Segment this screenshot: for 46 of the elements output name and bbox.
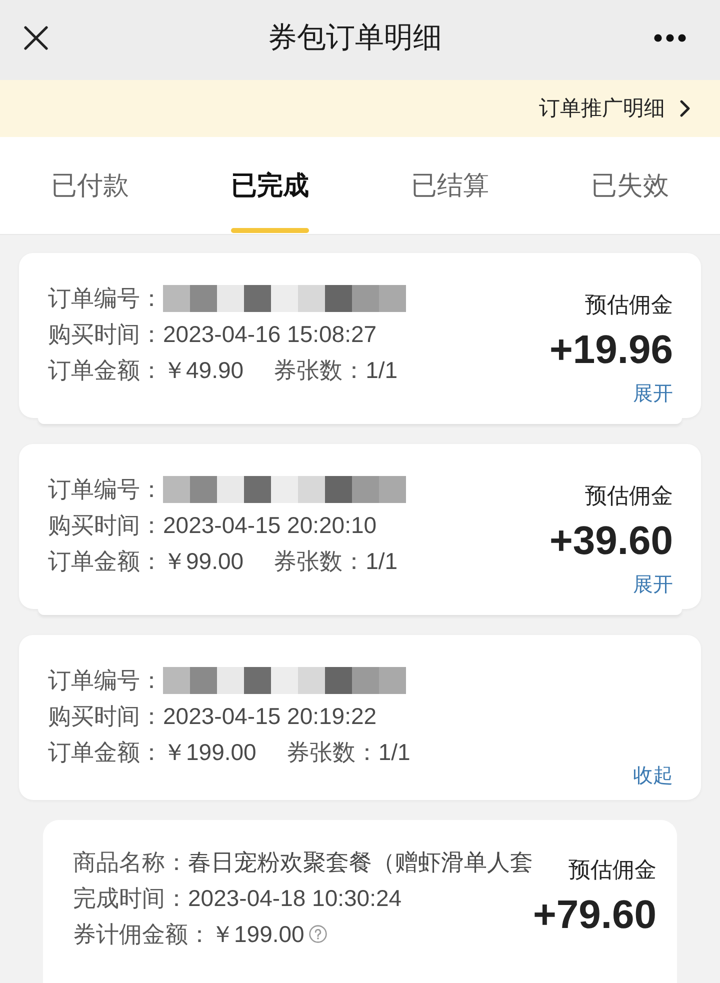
field-value: 2023-04-15 20:19:22 (163, 702, 377, 730)
field-value: ￥199.00 (211, 920, 304, 948)
page-title: 券包订单明细 (268, 21, 442, 56)
field-label: 券张数： (286, 738, 378, 766)
field-value: 2023-04-16 15:08:27 (163, 320, 377, 348)
close-icon[interactable] (24, 26, 48, 50)
field-value: ￥199.00 (163, 738, 256, 766)
commission-amount: +19.96 (550, 327, 673, 374)
expand-link[interactable]: 展开 (633, 380, 673, 408)
chevron-right-icon (680, 100, 690, 117)
commission-label: 预估佣金 (585, 291, 673, 319)
field-label: 订单金额： (48, 356, 163, 384)
field-label: 商品名称： (73, 848, 188, 876)
help-icon[interactable] (309, 925, 328, 943)
field-value: 春日宠粉欢聚套餐（赠虾滑单人套 (188, 848, 533, 876)
expand-link[interactable]: 展开 (633, 571, 673, 599)
tab[interactable]: 已付款 (43, 137, 137, 233)
commission-amount: +79.60 (533, 892, 656, 939)
promotion-detail-link[interactable]: 订单推广明细 (539, 94, 690, 122)
commission-label: 预估佣金 (568, 856, 656, 884)
field-label: 完成时间： (73, 884, 188, 912)
field-value: 1/1 (366, 356, 398, 384)
commission-amount: +39.60 (550, 518, 673, 565)
tab[interactable]: 已完成 (223, 137, 317, 233)
field-label: 购买时间： (48, 702, 163, 730)
field-value: 2023-04-18 10:30:24 (188, 884, 402, 912)
field-label: 券张数： (274, 356, 366, 384)
field-value: ￥99.00 (163, 546, 244, 576)
tab[interactable]: 已失效 (583, 137, 677, 233)
tab[interactable]: 已结算 (403, 137, 497, 233)
field-value: 1/1 (378, 738, 410, 766)
field-label: 订单编号： (48, 666, 163, 694)
field-label: 订单金额： (48, 546, 163, 576)
more-icon[interactable] (654, 34, 686, 42)
field-label: 订单编号： (48, 474, 163, 504)
field-label: 券张数： (274, 546, 366, 576)
field-value: 1/1 (366, 548, 398, 574)
field-value: ￥49.90 (163, 356, 244, 384)
field-value: 2023-04-15 20:20:10 (163, 512, 377, 538)
field-label: 券计佣金额： (73, 920, 211, 948)
commission-label: 预估佣金 (585, 482, 673, 510)
field-label: 订单编号： (48, 284, 163, 312)
field-label: 购买时间： (48, 510, 163, 540)
field-label: 购买时间： (48, 320, 163, 348)
field-label: 订单金额： (48, 738, 163, 766)
collapse-link[interactable]: 收起 (633, 762, 673, 790)
